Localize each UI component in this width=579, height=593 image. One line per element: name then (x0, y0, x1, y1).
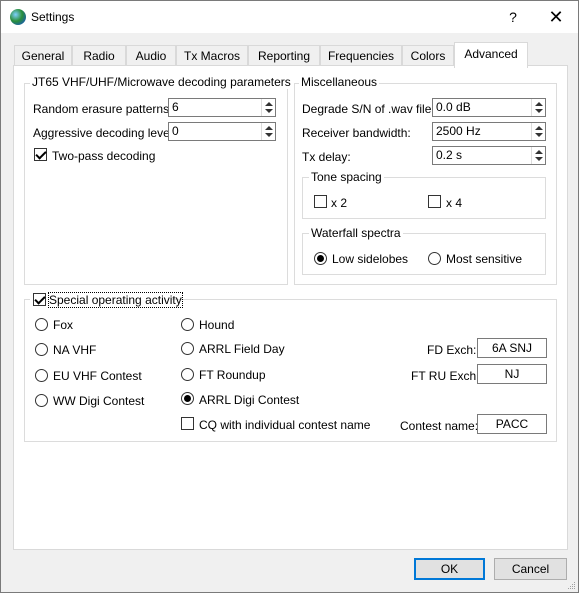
close-icon[interactable]: ✕ (541, 5, 571, 29)
cq-contest-checkbox[interactable] (181, 417, 194, 430)
spin-arrows-icon[interactable] (531, 123, 545, 140)
tab-reporting[interactable]: Reporting (248, 45, 320, 67)
misc-group-title: Miscellaneous (299, 75, 380, 89)
low-sidelobes-radio[interactable] (314, 252, 327, 265)
fd-exch-label: FD Exch: (427, 343, 477, 357)
arrl-digi-radio[interactable] (181, 392, 194, 405)
aggressive-value: 0 (172, 124, 179, 138)
fd-exch-field[interactable]: 6A SNJ (477, 338, 547, 358)
tab-frequencies[interactable]: Frequencies (320, 45, 402, 67)
eu-vhf-label: EU VHF Contest (53, 369, 142, 383)
tab-tx-macros[interactable]: Tx Macros (176, 45, 248, 67)
ft-roundup-label: FT Roundup (199, 368, 266, 382)
most-sensitive-radio[interactable] (428, 252, 441, 265)
contest-name-field[interactable]: PACC (477, 414, 547, 434)
aggressive-spinbox[interactable]: 0 (168, 122, 276, 141)
ok-button[interactable]: OK (414, 558, 485, 580)
special-activity-label[interactable]: Special operating activity (48, 292, 183, 308)
hound-label: Hound (199, 318, 235, 332)
two-pass-checkbox[interactable] (34, 148, 47, 161)
arrl-digi-label: ARRL Digi Contest (199, 393, 300, 407)
low-sidelobes-label: Low sidelobes (332, 252, 409, 266)
x2-label: x 2 (331, 196, 348, 210)
degrade-value: 0.0 dB (436, 100, 471, 114)
app-globe-icon (10, 9, 26, 25)
degrade-label: Degrade S/N of .wav file: (302, 102, 435, 116)
tab-audio[interactable]: Audio (126, 45, 176, 67)
x4-label: x 4 (446, 196, 463, 210)
ww-digi-label: WW Digi Contest (53, 394, 145, 408)
degrade-spinbox[interactable]: 0.0 dB (432, 98, 546, 117)
txdelay-value: 0.2 s (436, 148, 463, 162)
waterfall-title: Waterfall spectra (309, 226, 403, 240)
ft-ru-exch-field[interactable]: NJ (477, 364, 547, 384)
na-vhf-radio[interactable] (35, 343, 48, 356)
window-title: Settings (31, 10, 75, 24)
cancel-button[interactable]: Cancel (494, 558, 567, 580)
random-erasure-label: Random erasure patterns: (33, 102, 173, 116)
tab-general[interactable]: General (14, 45, 72, 67)
two-pass-label: Two-pass decoding (52, 149, 156, 163)
title-bar: Settings ? ✕ (1, 1, 578, 33)
contest-name-label: Contest name: (400, 419, 479, 433)
tone-spacing-title: Tone spacing (309, 170, 384, 184)
ft-roundup-radio[interactable] (181, 368, 194, 381)
bandwidth-value: 2500 Hz (436, 124, 481, 138)
bandwidth-label: Receiver bandwidth: (302, 126, 411, 140)
aggressive-label: Aggressive decoding level: (33, 126, 176, 140)
special-activity-checkbox[interactable] (33, 293, 46, 306)
ww-digi-radio[interactable] (35, 394, 48, 407)
arrl-field-day-radio[interactable] (181, 342, 194, 355)
eu-vhf-radio[interactable] (35, 369, 48, 382)
na-vhf-label: NA VHF (53, 343, 97, 357)
fox-label: Fox (53, 318, 74, 332)
cq-contest-label: CQ with individual contest name (199, 418, 371, 432)
x4-checkbox[interactable] (428, 195, 441, 208)
spin-arrows-icon[interactable] (261, 123, 275, 140)
settings-window: Settings ? ✕ General Radio Audio Tx Macr… (0, 0, 579, 593)
txdelay-spinbox[interactable]: 0.2 s (432, 146, 546, 165)
spin-arrows-icon[interactable] (261, 99, 275, 116)
ft-ru-exch-label: FT RU Exch: (411, 369, 480, 383)
tab-colors[interactable]: Colors (402, 45, 454, 67)
most-sensitive-label: Most sensitive (446, 252, 523, 266)
arrl-field-day-label: ARRL Field Day (199, 342, 285, 356)
help-button[interactable]: ? (499, 5, 527, 29)
jt65-group-title: JT65 VHF/UHF/Microwave decoding paramete… (30, 75, 293, 89)
resize-grip-icon[interactable] (566, 580, 576, 590)
txdelay-label: Tx delay: (302, 150, 351, 164)
hound-radio[interactable] (181, 318, 194, 331)
random-erasure-value: 6 (172, 100, 179, 114)
x2-checkbox[interactable] (314, 195, 327, 208)
spin-arrows-icon[interactable] (531, 147, 545, 164)
tab-radio[interactable]: Radio (72, 45, 126, 67)
bandwidth-spinbox[interactable]: 2500 Hz (432, 122, 546, 141)
fox-radio[interactable] (35, 318, 48, 331)
advanced-tab-panel: JT65 VHF/UHF/Microwave decoding paramete… (13, 65, 568, 550)
spin-arrows-icon[interactable] (531, 99, 545, 116)
tab-advanced[interactable]: Advanced (454, 42, 528, 68)
random-erasure-spinbox[interactable]: 6 (168, 98, 276, 117)
